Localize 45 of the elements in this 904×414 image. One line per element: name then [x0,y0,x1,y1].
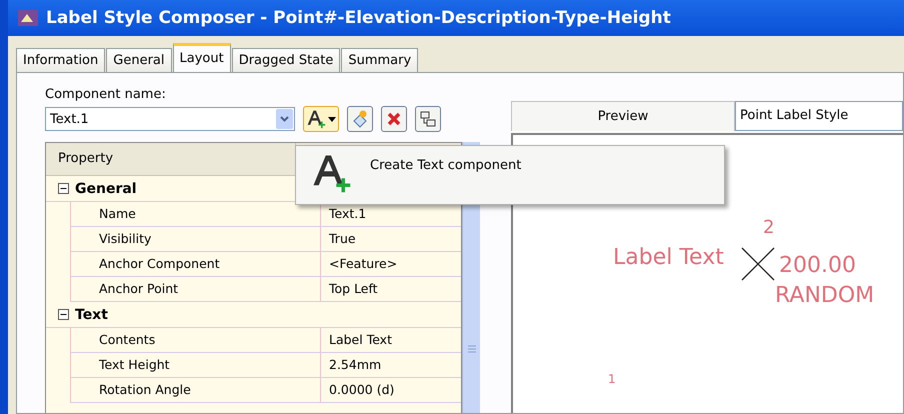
group-label: Text [75,306,108,322]
label-text: 200.00 [779,255,856,277]
preview-label: Preview [511,101,735,131]
add-text-button[interactable] [303,106,339,132]
property-value[interactable]: Top Left [321,277,461,301]
grip-icon [468,345,476,353]
windows-icon [419,110,437,128]
label-text: RANDOM [775,285,874,307]
style-dropdown[interactable]: Point Label Style [735,101,903,131]
property-name: Text Height [47,353,321,377]
tab[interactable]: Dragged State [232,48,340,72]
property-name: Anchor Component [47,252,321,276]
group-label: General [75,180,137,196]
property-value[interactable]: 2.54mm [321,353,461,377]
caret-icon [328,116,336,122]
property-name: Visibility [47,227,321,251]
tab[interactable]: Summary [341,48,418,72]
point-marker-icon [741,247,775,281]
field-label: Component name: [45,87,167,102]
window-title: Label Style Composer - Point#-Elevation-Description-Type-Height [46,8,671,28]
collapse-icon[interactable] [58,183,69,194]
property-value[interactable]: <Feature> [321,252,461,276]
property-name: Rotation Angle [47,378,321,402]
menu-item[interactable]: Create Text component [370,158,522,173]
component-dropdown[interactable]: Text.1 [45,107,295,131]
label-text: 1 [608,373,616,385]
property-value[interactable]: 0.0000 (d) [321,378,461,402]
close-icon [386,111,402,127]
property-name: Anchor Point [47,277,321,301]
property-value[interactable]: True [321,227,461,251]
tool-button[interactable] [415,106,441,132]
chevron-down-icon [280,116,289,122]
dropdown-menu[interactable]: Create Text component [295,145,725,205]
text-add-icon [306,109,326,129]
property-value[interactable]: Text.1 [321,202,461,226]
delete-button[interactable] [381,106,407,132]
property-name: Contents [47,328,321,352]
tab[interactable]: General [106,48,172,72]
tab[interactable]: Layout [172,43,231,72]
collapse-icon[interactable] [58,309,69,320]
app-icon [18,10,38,26]
property-value[interactable]: Label Text [321,328,461,352]
label-text: Label Text [613,247,724,269]
tab[interactable]: Information [16,48,106,72]
label-text: 2 [763,219,774,237]
